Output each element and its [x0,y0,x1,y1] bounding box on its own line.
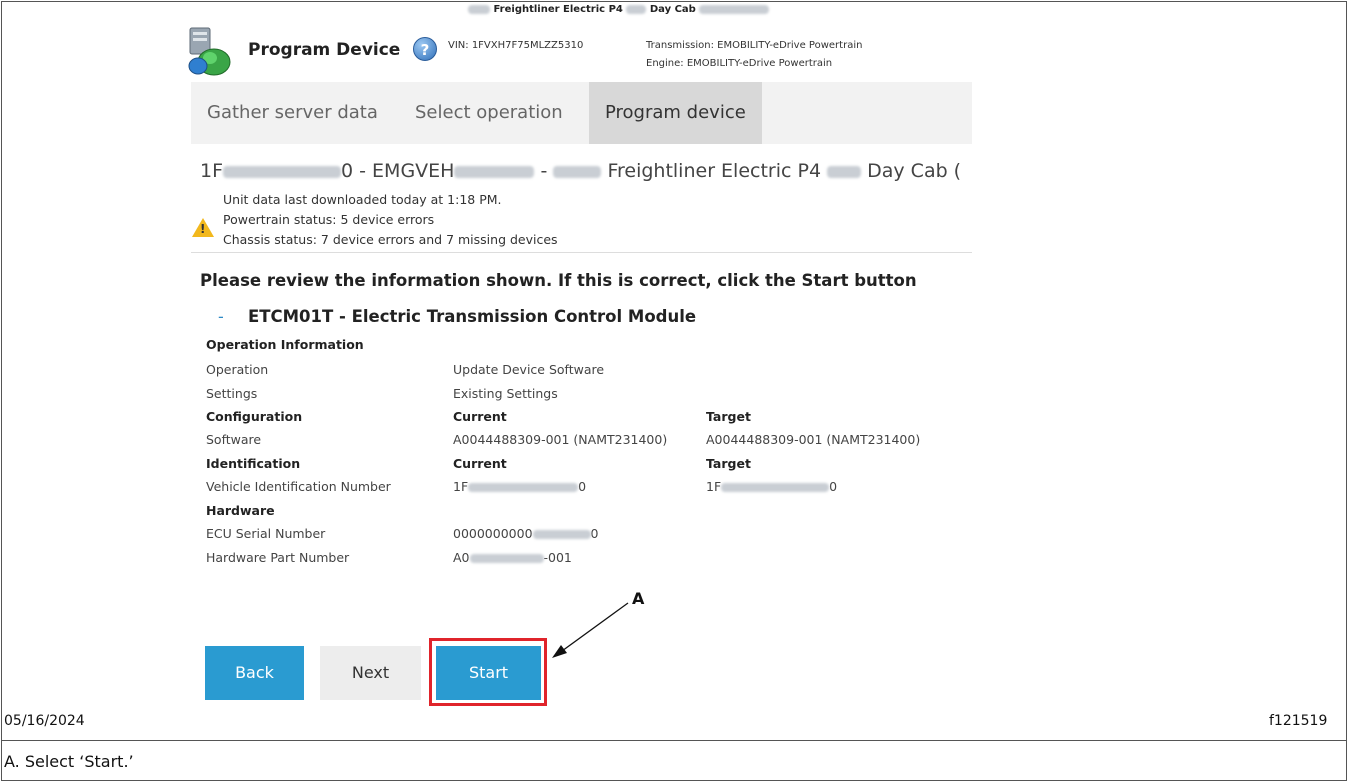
footer-date: 05/16/2024 [4,713,85,729]
figure-id: f121519 [1269,713,1328,729]
figure-caption: A. Select ‘Start.’ [4,752,134,771]
footer-divider [1,740,1347,741]
callout-arrow-icon [552,602,629,658]
